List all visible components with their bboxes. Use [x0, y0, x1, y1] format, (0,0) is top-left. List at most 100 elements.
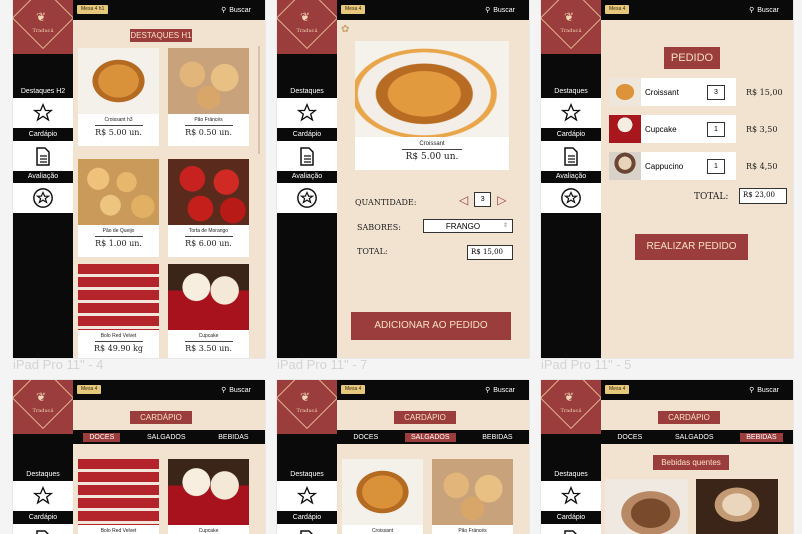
nav-avaliacao-button[interactable]	[13, 141, 73, 171]
search-button[interactable]: ⚲ Buscar	[485, 386, 515, 395]
back-icon[interactable]: ✿	[341, 24, 349, 35]
quantity-value[interactable]: 3	[474, 192, 492, 207]
tab-bebidas[interactable]: BEBIDAS	[212, 433, 254, 442]
tab-salgados[interactable]: SALGADOS	[405, 432, 456, 442]
top-bar: Mesa 4 ⚲ Buscar	[601, 380, 793, 400]
nav-cardapio-label[interactable]: Cardápio	[541, 131, 601, 138]
order-item-qty[interactable]: 3	[707, 85, 725, 100]
star-icon	[297, 486, 317, 505]
star-icon	[561, 103, 581, 122]
category-tabs: DOCES SALGADOS BEBIDAS	[337, 430, 529, 444]
search-button[interactable]: ⚲ Buscar	[485, 6, 515, 15]
decrease-arrow-icon[interactable]: ◁	[459, 193, 468, 207]
nav-cardapio-button[interactable]	[13, 98, 73, 128]
sidebar: ❦ Traducá Destaques H2 Cardápio Avaliação	[13, 0, 73, 358]
drink-image[interactable]	[696, 479, 778, 534]
drink-image[interactable]	[605, 479, 688, 534]
tab-doces[interactable]: DOCES	[83, 432, 121, 442]
nav-cardapio-button[interactable]	[13, 481, 73, 511]
nav-avaliacao-button[interactable]	[277, 524, 337, 534]
nav-cardapio-button[interactable]	[541, 481, 601, 511]
nav-destaques[interactable]: Destaques	[277, 88, 337, 95]
top-bar: Mesa 4 ⚲ Buscar	[601, 0, 793, 20]
order-item-price: R$ 15,00	[746, 88, 783, 97]
search-button[interactable]: ⚲ Buscar	[749, 6, 779, 15]
product-card[interactable]: Pão Fráncés	[432, 459, 513, 534]
nav-cardapio-label[interactable]: Cardápio	[277, 514, 337, 521]
total-value: R$ 23,00	[739, 188, 787, 204]
tab-salgados[interactable]: SALGADOS	[669, 433, 720, 442]
nav-avaliacao-label[interactable]: Avaliação	[277, 173, 337, 180]
tab-bebidas[interactable]: BEBIDAS	[476, 433, 518, 442]
order-item-row[interactable]: Cappucino 1	[609, 152, 736, 180]
nav-cardapio-button[interactable]	[277, 481, 337, 511]
logo-text: Traducá	[560, 408, 582, 414]
nav-avaliacao-button[interactable]	[541, 141, 601, 171]
product-card[interactable]: Croissant h3 R$ 5.00 un.	[78, 48, 159, 146]
order-item-qty[interactable]: 1	[707, 122, 725, 137]
add-to-order-button[interactable]: ADICIONAR AO PEDIDO	[351, 312, 511, 340]
product-card[interactable]: Bolo Red Velvet R$ 49.90 kg	[78, 264, 159, 358]
search-button[interactable]: ⚲ Buscar	[749, 386, 779, 395]
nav-review-button[interactable]	[13, 183, 73, 213]
product-name: Pão Fráncés	[194, 117, 223, 123]
star-icon	[561, 486, 581, 505]
increase-arrow-icon[interactable]: ▷	[497, 193, 506, 207]
nav-destaques[interactable]: Destaques	[13, 471, 73, 478]
scrollbar[interactable]	[258, 46, 260, 154]
order-item-row[interactable]: Croissant 3	[609, 78, 736, 106]
nav-destaques[interactable]: Destaques	[277, 471, 337, 478]
order-item-qty[interactable]: 1	[707, 159, 725, 174]
review-badge-icon	[33, 188, 53, 208]
nav-cardapio-label[interactable]: Cardápio	[277, 131, 337, 138]
tab-bebidas[interactable]: BEBIDAS	[740, 432, 783, 442]
nav-cardapio-label[interactable]: Cardápio	[13, 131, 73, 138]
logo-text: Traducá	[296, 408, 318, 414]
quantity-stepper: ◁ 3 ▷	[459, 192, 506, 207]
product-card[interactable]: Torta de Morango R$ 6.00 un.	[168, 159, 249, 257]
tab-doces[interactable]: DOCES	[347, 433, 384, 442]
nav-avaliacao-button[interactable]	[277, 141, 337, 171]
nav-cardapio-button[interactable]	[541, 98, 601, 128]
nav-avaliacao-label[interactable]: Avaliação	[13, 173, 73, 180]
product-card[interactable]: Cupcake R$ 3.50 un.	[168, 264, 249, 358]
nav-destaques[interactable]: Destaques H2	[13, 88, 73, 95]
section-heading: DESTAQUES H1	[130, 29, 192, 42]
croissant-logo-icon: ❦	[564, 10, 575, 24]
top-bar: Mesa 4 ⚲ Buscar	[73, 380, 265, 400]
search-icon: ⚲	[485, 7, 491, 14]
nav-review-button[interactable]	[277, 183, 337, 213]
nav-avaliacao-label[interactable]: Avaliação	[541, 173, 601, 180]
croissant-logo-icon: ❦	[564, 390, 575, 404]
product-card[interactable]: Cupcake	[168, 459, 249, 534]
nav-avaliacao-button[interactable]	[541, 524, 601, 534]
product-name: Bolo Red Velvet	[100, 333, 137, 339]
product-card[interactable]: Pão de Queijo R$ 1.00 un.	[78, 159, 159, 257]
search-button[interactable]: ⚲ Buscar	[221, 386, 251, 395]
nav-review-button[interactable]	[541, 183, 601, 213]
nav-destaques[interactable]: Destaques	[541, 88, 601, 95]
category-tabs: DOCES SALGADOS BEBIDAS	[73, 430, 265, 444]
product-name: Cupcake	[198, 333, 219, 339]
nav-avaliacao-button[interactable]	[13, 524, 73, 534]
product-card[interactable]: Croissant	[342, 459, 423, 534]
nav-cardapio-button[interactable]	[277, 98, 337, 128]
logo-text: Traducá	[32, 408, 54, 414]
tab-doces[interactable]: DOCES	[611, 433, 648, 442]
flavor-select[interactable]: FRANGO ⇕	[423, 219, 513, 233]
product-name: Croissant	[419, 141, 445, 147]
product-card[interactable]: Bolo Red Velvet	[78, 459, 159, 534]
product-card[interactable]: Pão Fráncés R$ 0.50 un.	[168, 48, 249, 146]
product-image	[355, 41, 509, 137]
nav-cardapio-label[interactable]: Cardápio	[541, 514, 601, 521]
place-order-button[interactable]: REALIZAR PEDIDO	[635, 234, 748, 260]
search-icon: ⚲	[221, 387, 227, 394]
search-button[interactable]: ⚲ Buscar	[221, 6, 251, 15]
tab-salgados[interactable]: SALGADOS	[141, 433, 192, 442]
product-name: Cupcake	[198, 528, 219, 534]
nav-cardapio-label[interactable]: Cardápio	[13, 514, 73, 521]
top-bar: Mesa 4 ⚲ Buscar	[337, 380, 529, 400]
order-item-name: Cupcake	[645, 125, 677, 134]
order-item-row[interactable]: Cupcake 1	[609, 115, 736, 143]
nav-destaques[interactable]: Destaques	[541, 471, 601, 478]
